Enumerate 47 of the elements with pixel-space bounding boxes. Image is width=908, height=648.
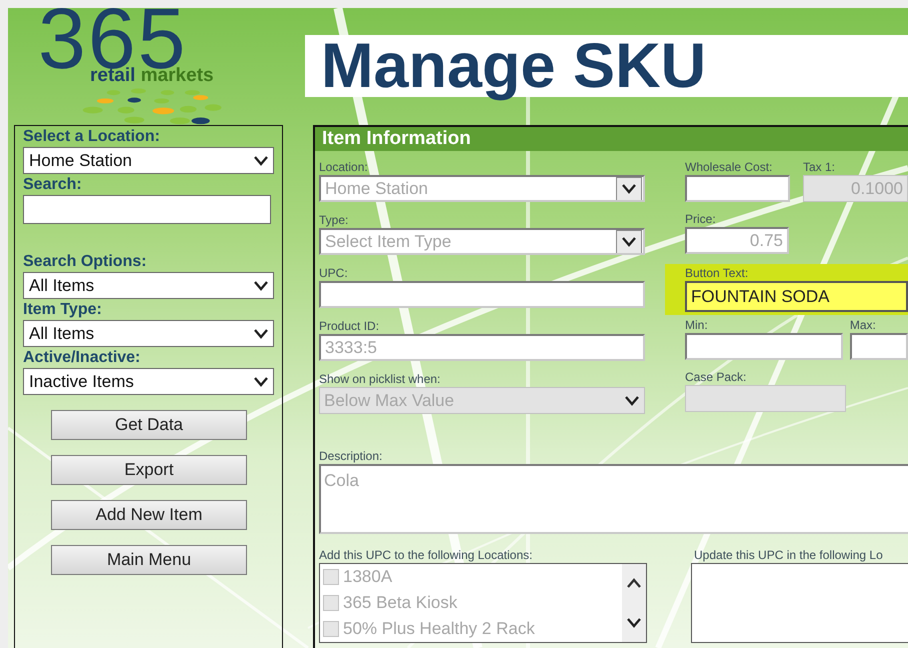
input-field[interactable] [850, 333, 908, 360]
chevron-icon [624, 394, 640, 407]
input-field[interactable]: FOUNTAIN SODA [685, 281, 908, 312]
input-field[interactable] [685, 175, 790, 202]
field-label: Button Text: [685, 266, 750, 281]
field-label: Active/Inactive: [23, 348, 142, 368]
field-label: Wholesale Cost: [685, 160, 774, 175]
chevron-icon [253, 154, 269, 167]
chevron-icon [621, 235, 637, 248]
field-label: Add this UPC to the following Locations: [319, 548, 534, 563]
field-label: Search: [23, 175, 83, 195]
dropdown[interactable]: All Items [23, 320, 274, 347]
field-label: Select a Location: [23, 127, 161, 147]
chevron-icon [253, 279, 269, 292]
field-label: Show on picklist when: [319, 372, 442, 387]
field-label: UPC: [319, 266, 349, 281]
field-label: Case Pack: [685, 370, 748, 385]
panel-header: Item Information [315, 127, 908, 151]
input-field[interactable] [319, 281, 645, 308]
field-label: Product ID: [319, 319, 380, 334]
field-label: Min: [685, 318, 709, 333]
field-label: Price: [685, 212, 717, 227]
field-label: Search Options: [23, 252, 148, 272]
chevron-icon [253, 375, 269, 388]
field-label: Description: [319, 449, 384, 464]
field-label: Max: [850, 318, 877, 333]
search-field[interactable] [23, 195, 271, 224]
field-label: Item Type: [23, 300, 103, 320]
action-button[interactable]: Export [51, 455, 247, 485]
dropdown[interactable]: Inactive Items [23, 368, 274, 395]
field-label: Tax 1: [803, 160, 836, 175]
action-button[interactable]: Get Data [51, 410, 247, 440]
action-button[interactable]: Main Menu [51, 545, 247, 575]
scrollbar[interactable] [622, 564, 646, 642]
dropdown[interactable]: Home Station [23, 147, 274, 174]
field-label: Update this UPC in the following Lo [694, 548, 884, 563]
chevron-up-icon [626, 577, 642, 590]
dropdown[interactable]: All Items [23, 272, 274, 299]
field-label: Location: [319, 160, 369, 175]
chevron-icon [626, 616, 642, 629]
chevron-icon [253, 327, 269, 340]
field-label: Type: [319, 213, 350, 228]
input-field[interactable] [685, 333, 843, 360]
input-field[interactable] [685, 385, 846, 412]
logo-text: retail markets [90, 66, 214, 86]
action-button[interactable]: Add New Item [51, 500, 247, 530]
chevron-icon [621, 182, 637, 195]
